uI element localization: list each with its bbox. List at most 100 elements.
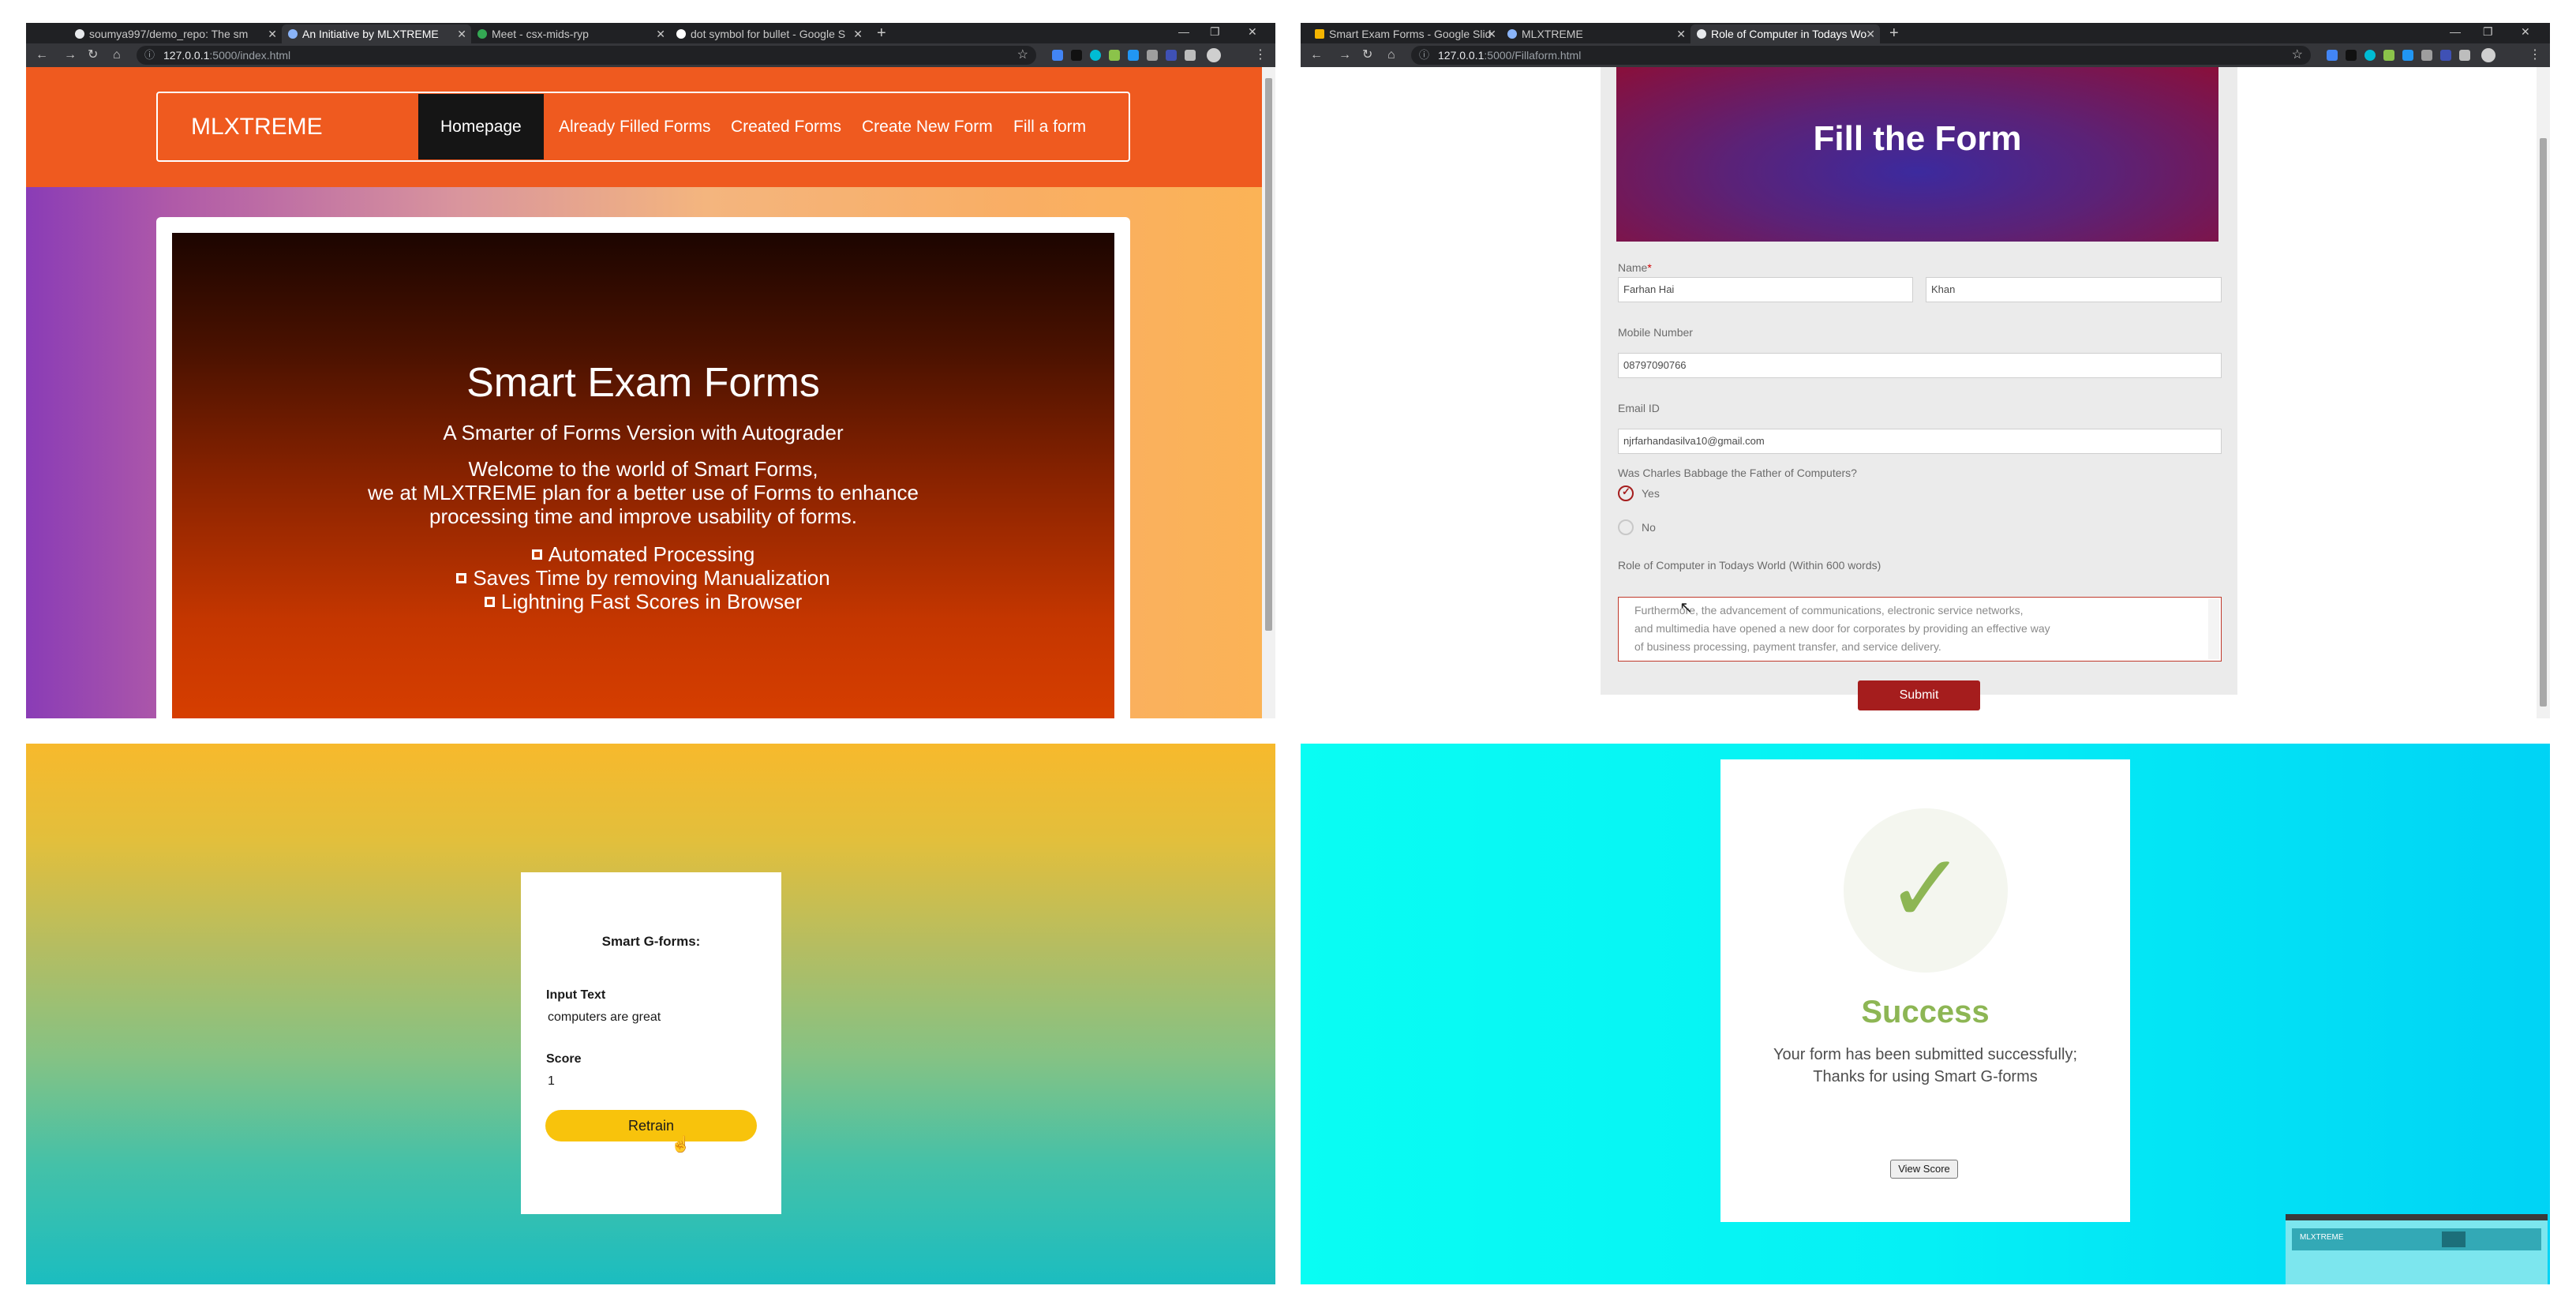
success-card: ✓ Success Your form has been submitted s… <box>1720 759 2130 1222</box>
retrain-button[interactable]: Retrain <box>545 1110 757 1141</box>
success-message: Your form has been submitted successfull… <box>1720 1044 2130 1088</box>
close-window-icon[interactable]: ✕ <box>2521 23 2530 40</box>
site-info-icon[interactable]: ⓘ <box>1419 46 1429 65</box>
close-icon[interactable]: ✕ <box>1866 24 1875 43</box>
reload-icon[interactable]: ↻ <box>88 47 98 64</box>
nav-link-created-forms[interactable]: Created Forms <box>731 93 841 160</box>
first-name-input[interactable]: Farhan Hai <box>1618 277 1913 302</box>
site-info-icon[interactable]: ⓘ <box>144 46 155 65</box>
menu-kebab-icon[interactable]: ⋮ <box>1254 47 1267 64</box>
new-tab-icon[interactable]: + <box>877 24 886 42</box>
success-badge: ✓ <box>1844 808 2008 973</box>
submit-button[interactable]: Submit <box>1858 680 1980 710</box>
extension-icon[interactable] <box>1166 50 1177 61</box>
page-viewport: MLXTREME Homepage Already Filled Forms C… <box>26 67 1275 718</box>
url-path: :5000/index.html <box>209 49 291 62</box>
nav-link-create-new-form[interactable]: Create New Form <box>862 93 993 160</box>
header-band: MLXTREME Homepage Already Filled Forms C… <box>26 67 1262 187</box>
browser-tab[interactable]: Meet - csx-mids-ryp ✕ <box>471 24 670 43</box>
extensions-puzzle-icon[interactable] <box>2459 50 2470 61</box>
browser-tab-active[interactable]: Role of Computer in Todays Wo ✕ <box>1690 24 1880 43</box>
browser-tab[interactable]: MLXTREME ✕ <box>1501 24 1690 43</box>
browser-toolbar: ← → ↻ ⌂ ⓘ 127.0.0.1:5000/index.html ☆ ⋮ <box>26 43 1275 67</box>
score-label: Score <box>546 1052 582 1066</box>
extension-icon[interactable] <box>2364 50 2376 61</box>
brand-logo-text[interactable]: MLXTREME <box>191 93 323 160</box>
thumbnail-titlebar <box>2286 1216 2548 1220</box>
close-icon[interactable]: ✕ <box>457 24 466 43</box>
vertical-scrollbar[interactable] <box>1262 67 1275 718</box>
extension-icon[interactable] <box>1052 50 1063 61</box>
address-bar[interactable]: ⓘ 127.0.0.1:5000/Fillaform.html ☆ <box>1411 46 2311 65</box>
minimize-icon[interactable]: — <box>2450 23 2461 40</box>
extension-icon[interactable] <box>2421 50 2432 61</box>
home-icon[interactable]: ⌂ <box>113 47 121 64</box>
menu-kebab-icon[interactable]: ⋮ <box>2529 47 2541 64</box>
extensions-puzzle-icon[interactable] <box>1185 50 1196 61</box>
slides-icon <box>1315 29 1324 39</box>
maximize-icon[interactable]: ❐ <box>1210 23 1220 40</box>
success-page: ✓ Success Your form has been submitted s… <box>1301 744 2550 1284</box>
vertical-scrollbar[interactable] <box>2537 67 2550 718</box>
profile-avatar[interactable] <box>2481 48 2496 62</box>
globe-icon <box>1697 29 1706 39</box>
essay-textarea[interactable]: Furthermore, the advancement of communic… <box>1618 597 2222 662</box>
radio-yes[interactable] <box>1618 485 1634 501</box>
browser-tab[interactable]: dot symbol for bullet - Google S ✕ <box>670 24 867 43</box>
back-icon[interactable]: ← <box>1310 47 1323 64</box>
browser-tab[interactable]: soumya997/demo_repo: The sm ✕ <box>69 24 282 43</box>
close-icon[interactable]: ✕ <box>1487 24 1496 43</box>
extension-icon[interactable] <box>2327 50 2338 61</box>
address-bar[interactable]: ⓘ 127.0.0.1:5000/index.html ☆ <box>137 46 1036 65</box>
home-icon[interactable]: ⌂ <box>1387 47 1395 64</box>
extension-icon[interactable] <box>1109 50 1120 61</box>
extension-icon[interactable] <box>1147 50 1158 61</box>
back-icon[interactable]: ← <box>36 47 48 64</box>
bookmark-star-icon[interactable]: ☆ <box>1017 46 1028 65</box>
required-mark: * <box>1647 261 1652 274</box>
nav-link-fill-a-form[interactable]: Fill a form <box>1013 93 1086 160</box>
email-input[interactable]: njrfarhandasilva10@gmail.com <box>1618 429 2222 454</box>
nav-link-already-filled-forms[interactable]: Already Filled Forms <box>559 93 711 160</box>
hero-description-line: we at MLXTREME plan for a better use of … <box>368 481 919 504</box>
extension-icon[interactable] <box>1128 50 1139 61</box>
forward-icon[interactable]: → <box>1339 47 1351 64</box>
extension-icon[interactable] <box>2383 50 2394 61</box>
hero-card: Smart Exam Forms A Smarter of Forms Vers… <box>156 217 1130 718</box>
scrollbar-thumb[interactable] <box>2540 138 2547 707</box>
minimize-icon[interactable]: — <box>1178 23 1189 40</box>
close-icon[interactable]: ✕ <box>853 24 863 43</box>
close-icon[interactable]: ✕ <box>268 24 277 43</box>
scrollbar-thumb[interactable] <box>1265 78 1272 631</box>
essay-text-line: of business processing, payment transfer… <box>1634 640 1941 653</box>
bullet-icon <box>484 597 495 607</box>
essay-text-line: Furthermore, the advancement of communic… <box>1634 604 2024 617</box>
radio-no[interactable] <box>1618 519 1634 535</box>
url-host: 127.0.0.1 <box>163 49 210 62</box>
close-icon[interactable]: ✕ <box>1676 24 1686 43</box>
window-thumbnail[interactable]: MLXTREME <box>2286 1214 2548 1284</box>
bookmark-star-icon[interactable]: ☆ <box>2292 46 2303 65</box>
success-title: Success <box>1861 995 1990 1029</box>
extension-icon[interactable] <box>1071 50 1082 61</box>
nav-link-homepage[interactable]: Homepage <box>418 94 544 159</box>
reload-icon[interactable]: ↻ <box>1362 47 1372 64</box>
extension-icon[interactable] <box>2402 50 2413 61</box>
browser-tab[interactable]: Smart Exam Forms - Google Slid ✕ <box>1309 24 1501 43</box>
new-tab-icon[interactable]: + <box>1889 24 1899 42</box>
maximize-icon[interactable]: ❐ <box>2483 23 2493 40</box>
browser-tab-active[interactable]: An Initiative by MLXTREME ✕ <box>282 24 471 43</box>
profile-avatar[interactable] <box>1207 48 1221 62</box>
mobile-input[interactable]: 08797090766 <box>1618 353 2222 378</box>
view-score-button[interactable]: View Score <box>1890 1160 1958 1179</box>
hero-banner: Smart Exam Forms A Smarter of Forms Vers… <box>172 233 1114 718</box>
extension-icon[interactable] <box>2440 50 2451 61</box>
extension-icon[interactable] <box>1090 50 1101 61</box>
extension-icon[interactable] <box>2346 50 2357 61</box>
last-name-input[interactable]: Khan <box>1926 277 2222 302</box>
checkmark-icon: ✓ <box>1885 836 1966 942</box>
textarea-scrollbar[interactable] <box>2208 599 2219 659</box>
close-icon[interactable]: ✕ <box>656 24 665 43</box>
forward-icon[interactable]: → <box>64 47 77 64</box>
close-window-icon[interactable]: ✕ <box>1248 23 1257 40</box>
